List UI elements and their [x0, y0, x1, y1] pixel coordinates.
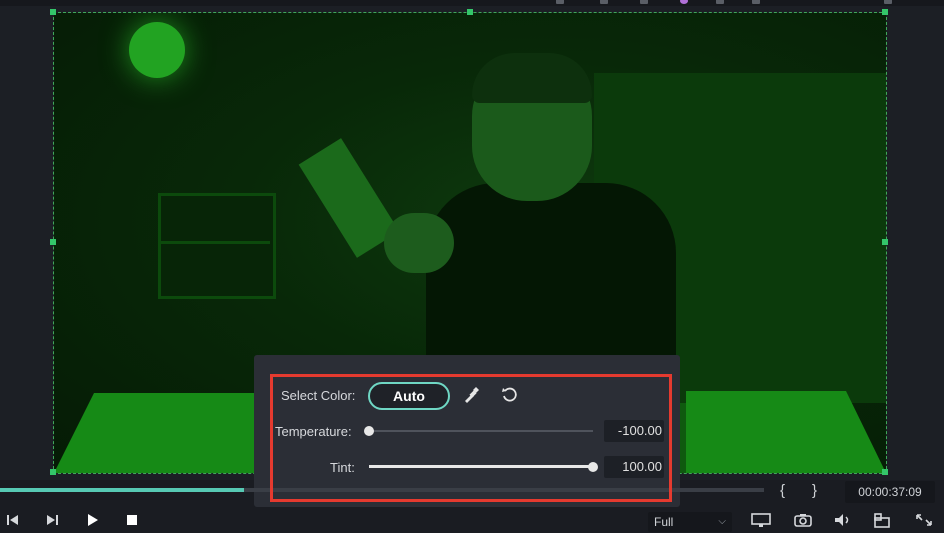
toolbar-icon[interactable]: [716, 0, 724, 4]
temperature-slider-track[interactable]: [369, 430, 593, 432]
toolbar-icon[interactable]: [556, 0, 564, 4]
volume-icon[interactable]: [833, 512, 853, 528]
fullscreen-icon[interactable]: [914, 512, 934, 528]
temperature-slider-knob[interactable]: [364, 426, 374, 436]
auto-button[interactable]: Auto: [368, 382, 450, 410]
toolbar-icon[interactable]: [600, 0, 608, 4]
timecode-display: 00:00:37:09: [845, 481, 935, 503]
resize-handle[interactable]: [50, 469, 56, 475]
camera-icon[interactable]: [793, 512, 813, 528]
tint-value-field[interactable]: 100.00: [604, 456, 664, 478]
eyedropper-icon[interactable]: [461, 385, 481, 405]
stop-icon[interactable]: [124, 512, 140, 528]
play-icon[interactable]: [84, 512, 100, 528]
person-hair: [472, 53, 592, 103]
layout-icon[interactable]: [873, 512, 893, 528]
shelf-divider: [158, 241, 270, 244]
step-forward-icon[interactable]: [44, 512, 60, 528]
reset-icon[interactable]: [500, 385, 520, 405]
resize-handle[interactable]: [882, 9, 888, 15]
resize-handle[interactable]: [467, 9, 473, 15]
mark-in-button[interactable]: {: [780, 482, 785, 499]
toolbar-icon[interactable]: [640, 0, 648, 4]
temperature-label: Temperature:: [275, 424, 352, 439]
tint-slider-knob[interactable]: [588, 462, 598, 472]
temperature-value-field[interactable]: -100.00: [604, 420, 664, 442]
quality-value: Full: [654, 515, 674, 529]
resize-handle[interactable]: [50, 239, 56, 245]
table-left: [54, 393, 254, 473]
shelf: [158, 193, 276, 299]
quality-dropdown[interactable]: Full ⌵: [648, 512, 732, 532]
tint-label: Tint:: [330, 460, 355, 475]
monitor-icon[interactable]: [751, 512, 771, 528]
resize-handle[interactable]: [882, 469, 888, 475]
tint-slider-fill: [369, 465, 593, 468]
resize-handle[interactable]: [882, 239, 888, 245]
table-right: [686, 391, 886, 473]
chevron-down-icon: ⌵: [718, 516, 726, 527]
person-hand: [384, 213, 454, 273]
playback-progress-fill: [0, 488, 245, 492]
mark-out-button[interactable]: }: [812, 482, 817, 499]
toolbar-icon[interactable]: [884, 0, 892, 4]
step-back-icon[interactable]: [5, 512, 21, 528]
resize-handle[interactable]: [50, 9, 56, 15]
select-color-label: Select Color:: [281, 388, 356, 403]
green-light: [129, 22, 185, 78]
toolbar-icon[interactable]: [752, 0, 760, 4]
avatar[interactable]: [680, 0, 688, 4]
